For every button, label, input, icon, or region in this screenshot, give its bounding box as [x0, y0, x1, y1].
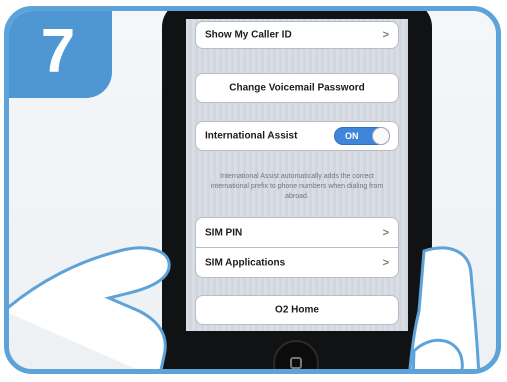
tutorial-frame: Show My Caller ID > Change Voicemail Pas…: [4, 6, 501, 374]
step-number: 7: [40, 17, 76, 86]
step-badge: 7: [9, 11, 112, 98]
